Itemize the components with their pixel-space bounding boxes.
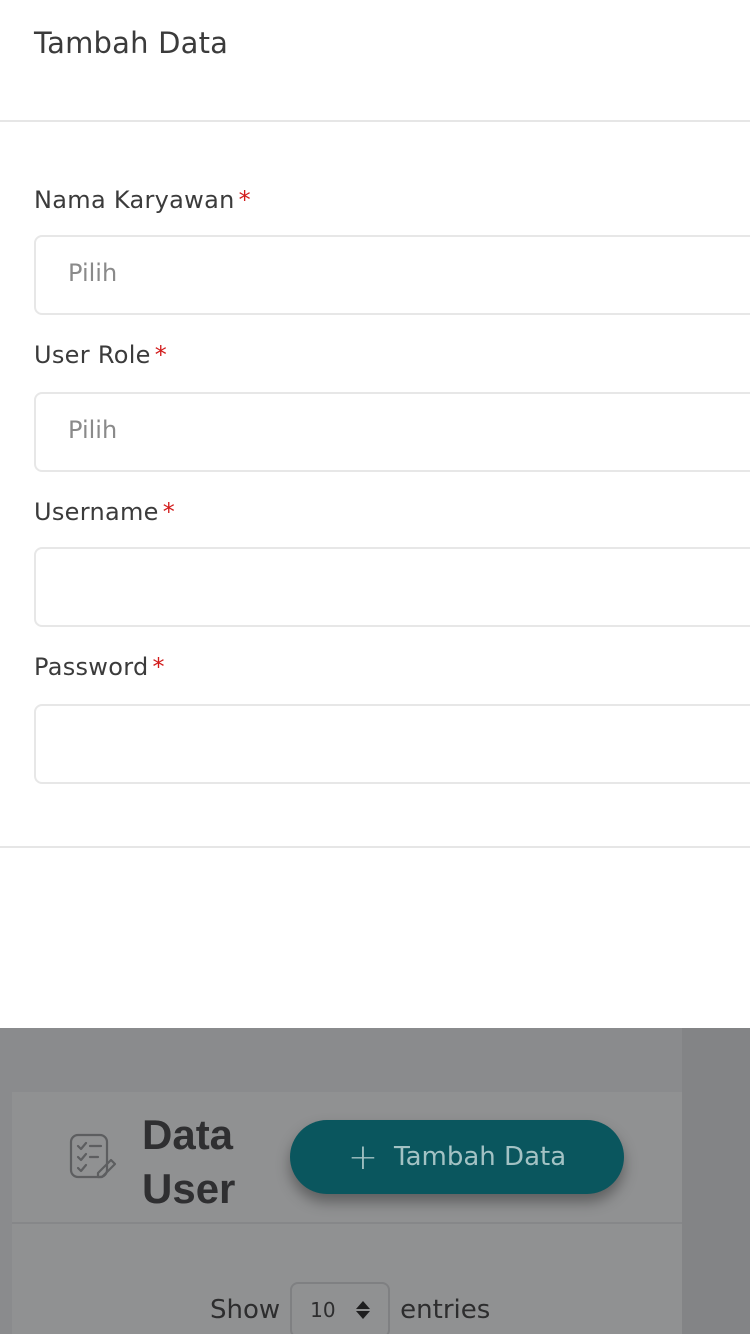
password-label: Password *: [34, 653, 165, 681]
entries-label: entries: [400, 1295, 491, 1325]
required-mark: *: [162, 498, 176, 526]
modal-title: Tambah Data: [34, 26, 229, 60]
card-title: Data User: [142, 1111, 236, 1212]
entries-value: 10: [310, 1298, 336, 1322]
employee-name-placeholder: Pilih: [68, 259, 118, 287]
user-role-select[interactable]: Pilih: [34, 392, 750, 472]
username-field[interactable]: [34, 547, 750, 627]
password-field[interactable]: [34, 704, 750, 784]
employee-name-label: Nama Karyawan *: [34, 186, 251, 214]
user-role-label-text: User Role: [34, 341, 151, 369]
employee-name-select[interactable]: Pilih: [34, 235, 750, 315]
background-strip: [682, 1028, 750, 1334]
modal-header: Tambah Data: [0, 0, 750, 122]
username-label-text: Username: [34, 498, 159, 526]
entries-control: Show 10 entries: [210, 1282, 490, 1334]
background-page: Data User + Tambah Data Show 10 entries: [0, 1028, 750, 1334]
data-user-card: Data User + Tambah Data Show 10 entries: [12, 1092, 682, 1334]
card-header: Data User + Tambah Data: [12, 1092, 682, 1224]
entries-select[interactable]: 10: [290, 1282, 391, 1334]
user-role-label: User Role *: [34, 341, 167, 369]
required-mark: *: [152, 653, 165, 681]
checklist-edit-icon: [68, 1132, 118, 1182]
username-label: Username *: [34, 498, 175, 526]
required-mark: *: [154, 341, 168, 369]
sort-updown-icon: [356, 1301, 371, 1319]
modal-footer-divider: [0, 846, 750, 848]
add-data-button-label: Tambah Data: [394, 1142, 567, 1172]
plus-icon: +: [347, 1136, 379, 1178]
add-data-button[interactable]: + Tambah Data: [290, 1120, 624, 1194]
password-label-text: Password: [34, 653, 149, 681]
show-label: Show: [210, 1295, 281, 1325]
employee-name-label-text: Nama Karyawan: [34, 186, 235, 214]
required-mark: *: [238, 186, 251, 214]
user-role-placeholder: Pilih: [68, 416, 118, 444]
add-data-modal: Tambah Data Nama Karyawan * Pilih User Ro…: [0, 0, 750, 1028]
